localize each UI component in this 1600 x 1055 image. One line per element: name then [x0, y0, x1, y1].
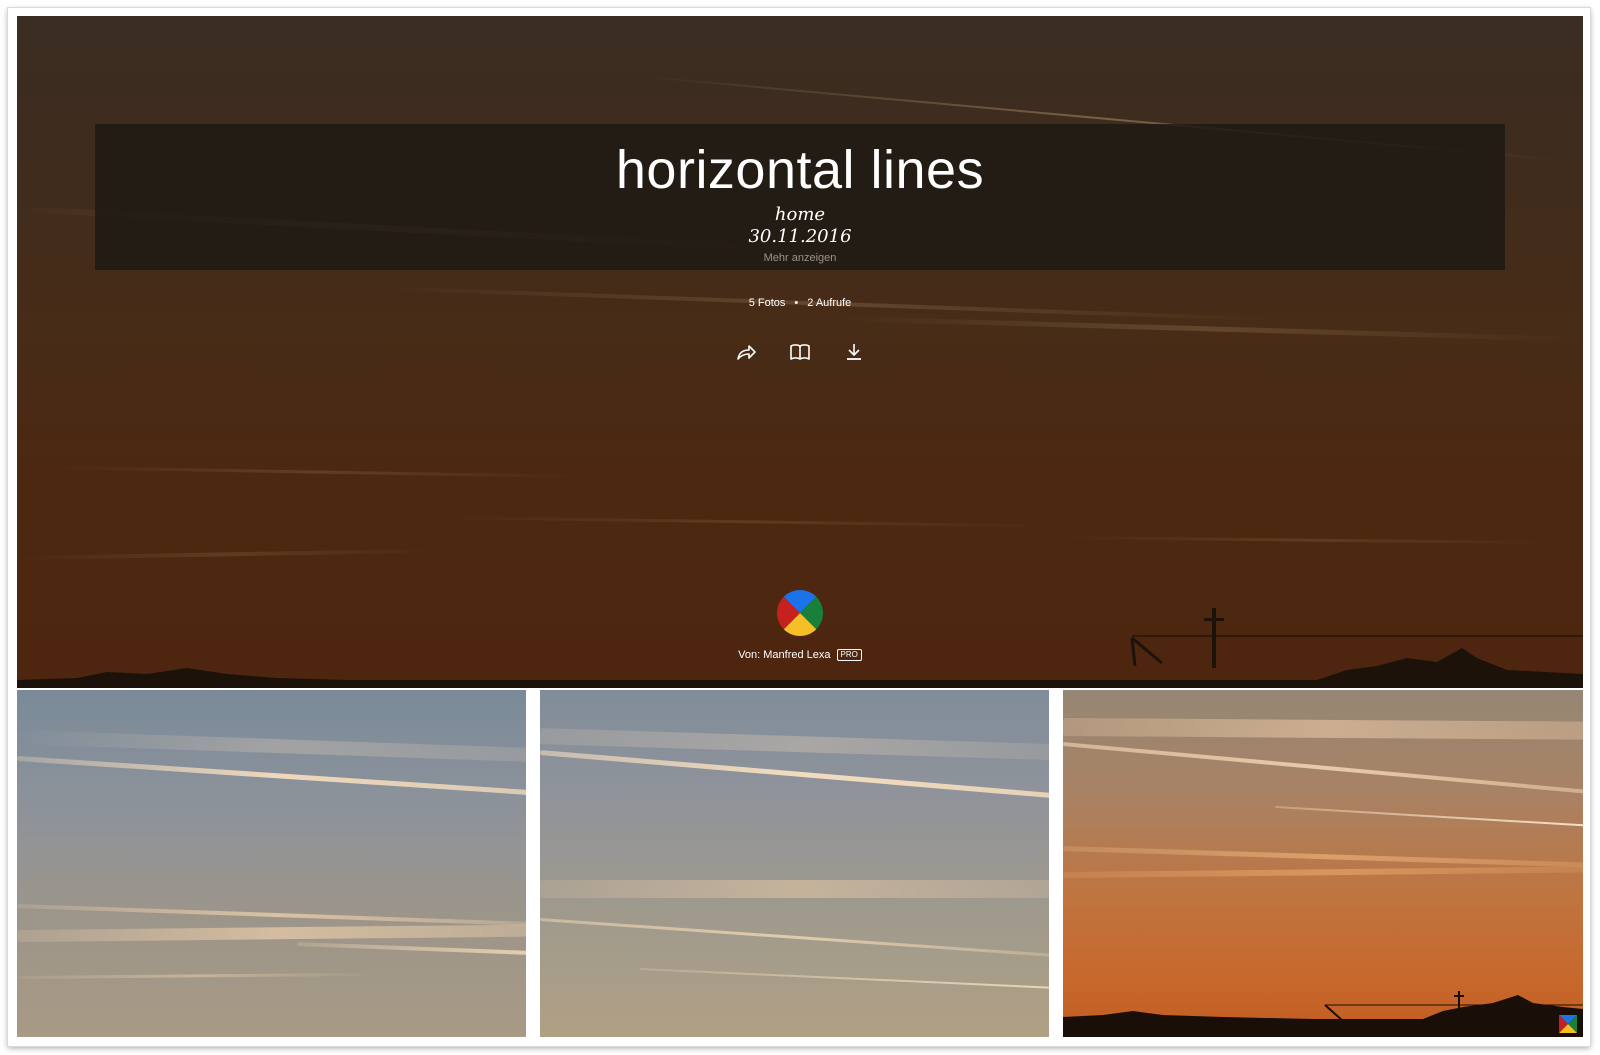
contrail	[1063, 742, 1583, 795]
contrail	[1056, 536, 1557, 545]
album-cover: horizontal lines home 30.11.2016 Mehr an…	[17, 16, 1583, 688]
contrail	[836, 316, 1577, 342]
contrail	[1063, 866, 1583, 878]
contrail	[17, 972, 377, 979]
contrail	[540, 918, 1049, 958]
description-date: 30.11.2016	[748, 226, 852, 247]
contrail	[56, 466, 577, 479]
share-icon	[737, 345, 756, 360]
description-line: home	[774, 204, 826, 225]
contrail	[17, 548, 437, 560]
show-more-link[interactable]: Mehr anzeigen	[95, 252, 1505, 264]
thumbnail-photo-1[interactable]	[17, 690, 526, 1037]
slideshow-button[interactable]	[788, 340, 812, 364]
author-name-link[interactable]: Von: Manfred Lexa	[738, 649, 830, 661]
download-icon	[847, 344, 861, 360]
album-title: horizontal lines	[615, 140, 985, 200]
contrail	[639, 968, 1049, 990]
album-header: horizontal lines home 30.11.2016 Mehr an…	[95, 124, 1505, 270]
contrail	[436, 516, 1057, 528]
thumbnail-photo-2[interactable]	[540, 690, 1049, 1037]
avatar-logo-icon	[777, 590, 823, 636]
stats-separator: •	[794, 297, 799, 309]
contrail	[1063, 718, 1583, 740]
share-button[interactable]	[734, 340, 758, 364]
author-byline: Von: Manfred Lexa PRO	[17, 649, 1583, 661]
contrail	[17, 756, 526, 796]
horizon-silhouette	[1063, 991, 1583, 1037]
contrail	[296, 942, 526, 956]
contrail	[17, 904, 526, 927]
contrail	[1063, 846, 1583, 868]
contrail	[17, 924, 526, 942]
album-description: home 30.11.2016	[95, 204, 1505, 248]
album-stats: 5 Fotos • 2 Aufrufe	[17, 297, 1583, 309]
pro-badge: PRO	[836, 649, 862, 661]
thumbnail-photo-3[interactable]	[1063, 690, 1583, 1037]
contrail	[540, 880, 1049, 898]
photo-count: 5 Fotos	[748, 297, 786, 309]
contrail	[17, 730, 526, 763]
author-avatar[interactable]	[777, 590, 823, 636]
contrail	[1274, 806, 1583, 827]
download-button[interactable]	[842, 340, 866, 364]
watermark-logo-icon	[1559, 1015, 1577, 1033]
view-count: 2 Aufrufe	[807, 297, 852, 309]
album-actions	[17, 340, 1583, 364]
book-icon	[790, 344, 810, 360]
